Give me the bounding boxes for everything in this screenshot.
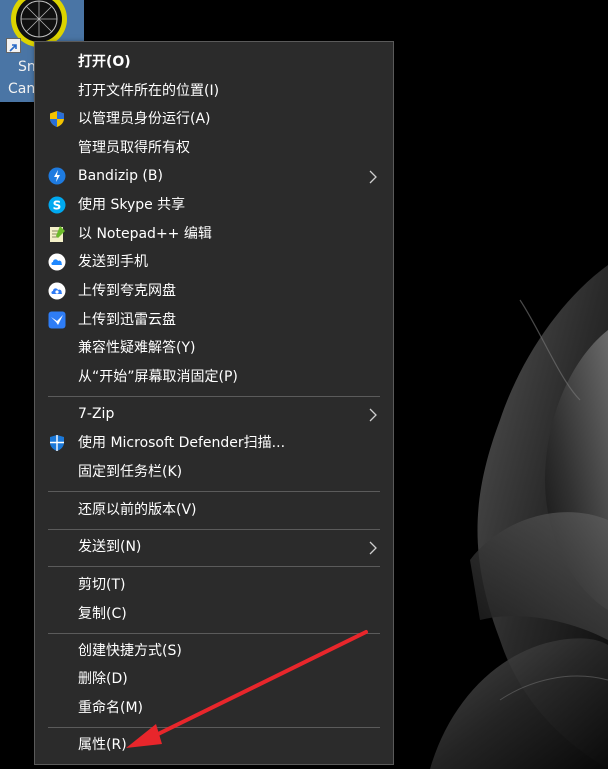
chevron-right-icon [369, 170, 377, 184]
menu-item-label: 删除(D) [78, 671, 128, 687]
chevron-right-icon [369, 408, 377, 422]
menu-item-xunlei-drive[interactable]: 上传到迅雷云盘 [35, 306, 393, 335]
menu-item-create-shortcut[interactable]: 创建快捷方式(S) [35, 637, 393, 666]
menu-item-label: 以管理员身份运行(A) [78, 111, 211, 127]
menu-item-open[interactable]: 打开(O) [35, 48, 393, 77]
menu-item-defender-scan[interactable]: 使用 Microsoft Defender扫描... [35, 429, 393, 458]
quark-drive-icon [48, 282, 66, 300]
menu-item-label: 属性(R) [78, 737, 127, 753]
menu-item-restore-previous-versions[interactable]: 还原以前的版本(V) [35, 496, 393, 525]
menu-separator [48, 529, 380, 530]
menu-item-send-to-phone[interactable]: 发送到手机 [35, 248, 393, 277]
notepadpp-icon [50, 226, 65, 242]
menu-item-label: Bandizip (B) [78, 168, 163, 184]
menu-item-label: 创建快捷方式(S) [78, 643, 182, 659]
svg-text:S: S [53, 199, 62, 213]
menu-item-send-to[interactable]: 发送到(N) [35, 533, 393, 562]
menu-item-label: 以 Notepad++ 编辑 [78, 226, 212, 242]
uac-shield-icon [50, 111, 64, 127]
chevron-right-icon [369, 541, 377, 555]
menu-item-label: 兼容性疑难解答(Y) [78, 340, 196, 356]
menu-item-open-file-location[interactable]: 打开文件所在的位置(I) [35, 77, 393, 106]
bandizip-icon [48, 167, 66, 185]
menu-separator [48, 491, 380, 492]
menu-item-label: 上传到迅雷云盘 [78, 312, 176, 328]
menu-item-label: 重命名(M) [78, 700, 144, 716]
menu-separator [48, 396, 380, 397]
menu-item-rename[interactable]: 重命名(M) [35, 694, 393, 723]
menu-item-skype-share[interactable]: S 使用 Skype 共享 [35, 191, 393, 220]
menu-item-pin-to-taskbar[interactable]: 固定到任务栏(K) [35, 458, 393, 487]
menu-item-label: 7-Zip [78, 406, 115, 422]
menu-item-properties[interactable]: 属性(R) [35, 731, 393, 760]
menu-item-label: 还原以前的版本(V) [78, 502, 197, 518]
menu-item-bandizip[interactable]: Bandizip (B) [35, 162, 393, 191]
shortcut-arrow-icon [6, 38, 21, 53]
menu-item-cut[interactable]: 剪切(T) [35, 571, 393, 600]
menu-item-quark-drive[interactable]: 上传到夸克网盘 [35, 277, 393, 306]
menu-separator [48, 727, 380, 728]
menu-item-label: 使用 Microsoft Defender扫描... [78, 435, 286, 451]
xunlei-icon [48, 311, 66, 329]
context-menu: 打开(O) 打开文件所在的位置(I) 以管理员身份运行(A) 管理员取得所有权 … [34, 41, 394, 765]
menu-item-notepadpp[interactable]: 以 Notepad++ 编辑 [35, 220, 393, 249]
menu-item-label: 使用 Skype 共享 [78, 197, 186, 213]
skype-icon: S [48, 196, 66, 214]
menu-item-label: 剪切(T) [78, 577, 126, 593]
menu-item-label: 固定到任务栏(K) [78, 464, 183, 480]
menu-item-label: 打开文件所在的位置(I) [78, 83, 220, 99]
menu-item-7zip[interactable]: 7-Zip [35, 400, 393, 429]
menu-item-label: 从“开始”屏幕取消固定(P) [78, 369, 238, 385]
menu-item-take-ownership[interactable]: 管理员取得所有权 [35, 134, 393, 163]
menu-item-label: 管理员取得所有权 [78, 140, 190, 156]
menu-item-copy[interactable]: 复制(C) [35, 600, 393, 629]
menu-separator [48, 633, 380, 634]
menu-separator [48, 566, 380, 567]
menu-item-label: 发送到手机 [78, 254, 148, 270]
menu-item-label: 复制(C) [78, 606, 127, 622]
menu-item-label: 上传到夸克网盘 [78, 283, 176, 299]
menu-item-delete[interactable]: 删除(D) [35, 665, 393, 694]
menu-item-label: 发送到(N) [78, 539, 142, 555]
cloud-phone-icon [48, 253, 66, 271]
menu-item-unpin-from-start[interactable]: 从“开始”屏幕取消固定(P) [35, 363, 393, 392]
menu-item-run-as-admin[interactable]: 以管理员身份运行(A) [35, 105, 393, 134]
menu-item-label: 打开(O) [78, 54, 131, 70]
menu-item-troubleshoot-compatibility[interactable]: 兼容性疑难解答(Y) [35, 334, 393, 363]
defender-shield-icon [50, 435, 64, 451]
desktop: Sn Can 打开(O) 打开文件所在的位置(I) 以管理员身份运行(A) 管理… [0, 0, 608, 769]
